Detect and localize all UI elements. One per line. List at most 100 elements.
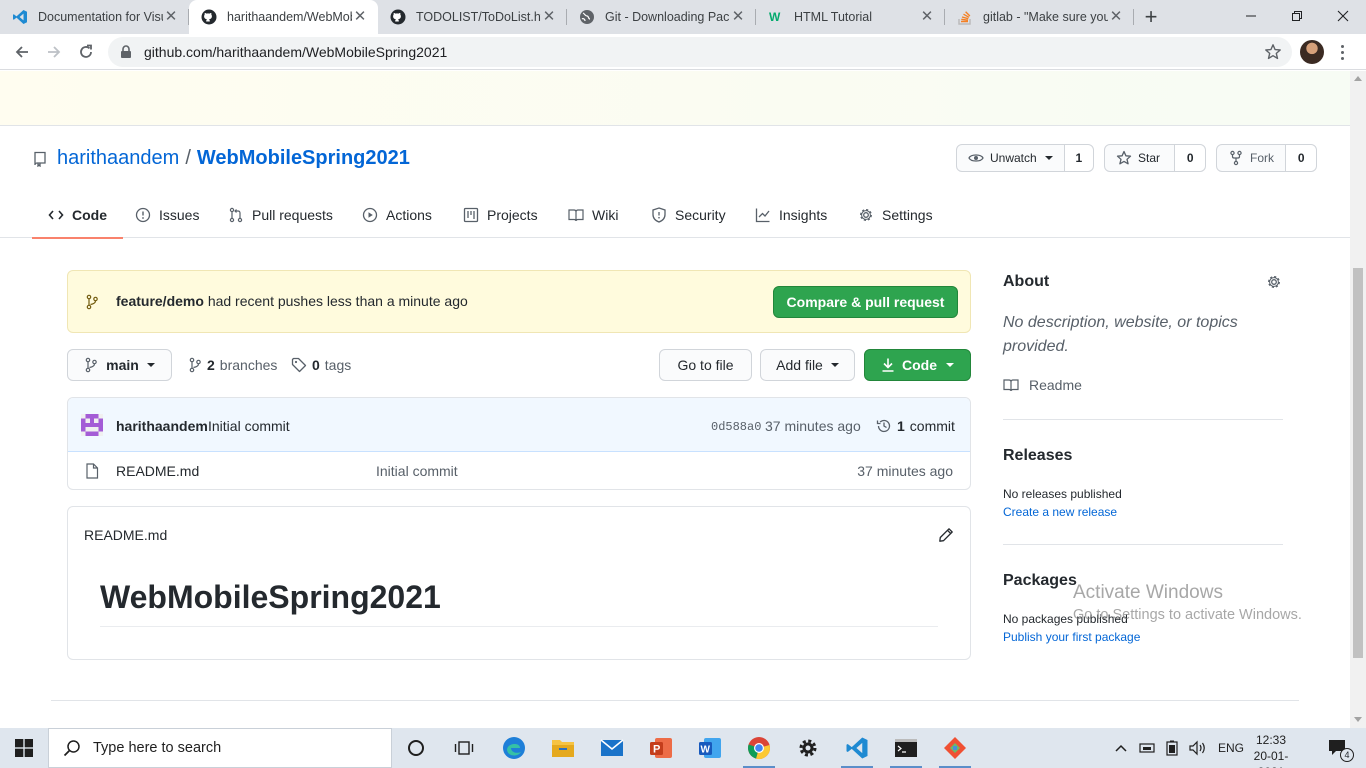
commit-sha[interactable]: 0d588a0 [711,420,761,434]
word-app-button[interactable]: W [686,728,734,768]
file-name-link[interactable]: README.md [116,463,199,479]
repo-owner-link[interactable]: harithaandem [57,147,179,170]
branch-select-button[interactable]: main [67,349,172,381]
commit-time: 37 minutes ago [765,418,861,434]
browser-tab[interactable]: TODOLIST/ToDoList.html ✕ [378,0,567,34]
notification-center-button[interactable]: 4 [1318,728,1358,768]
scrollbar-thumb[interactable] [1353,268,1363,658]
tab-pull-requests[interactable]: Pull requests [228,191,333,238]
readme-link[interactable]: Readme [1003,377,1082,393]
forward-button[interactable] [38,36,70,68]
network-icon[interactable] [1138,740,1156,756]
tab-issues[interactable]: Issues [135,191,199,238]
watch-button-group: Unwatch 1 [956,144,1094,172]
close-icon[interactable]: ✕ [163,9,179,25]
powerpoint-app-button[interactable]: P [637,728,685,768]
edge-app-button[interactable] [490,728,538,768]
close-icon[interactable]: ✕ [730,9,746,25]
releases-text: No releases published [1003,487,1122,501]
browser-tab[interactable]: gitlab - "Make sure you ✕ [945,0,1134,34]
watch-button[interactable]: Unwatch [957,145,1065,171]
volume-icon[interactable] [1188,740,1208,756]
tags-link[interactable]: 0 tags [291,357,351,373]
task-view-button[interactable] [440,728,488,768]
battery-icon[interactable] [1164,740,1180,756]
profile-avatar[interactable] [1300,40,1324,64]
commit-message[interactable]: Initial commit [208,418,290,434]
pencil-icon[interactable] [938,527,954,546]
branches-link[interactable]: 2 branches [188,357,277,373]
browser-tab[interactable]: Documentation for Visual Studio Code ✕ [0,0,189,34]
repo-name-link[interactable]: WebMobileSpring2021 [197,147,410,170]
tab-settings[interactable]: Settings [858,191,933,238]
address-bar[interactable]: github.com/harithaandem/WebMobileSpring2… [108,37,1292,67]
browser-tab-active[interactable]: harithaandem/WebMobileSpring2021 ✕ [189,0,378,34]
browser-tab[interactable]: Git - Downloading Package ✕ [567,0,756,34]
bookmark-star-icon[interactable] [1264,43,1282,64]
mail-icon [600,739,624,756]
close-icon [1337,10,1349,22]
tab-actions[interactable]: Actions [362,191,432,238]
close-icon[interactable]: ✕ [1108,9,1124,25]
mail-app-button[interactable] [588,728,636,768]
about-heading: About [1003,273,1050,290]
tab-code[interactable]: Code [32,191,123,239]
star-label: Star [1138,151,1161,165]
back-button[interactable] [6,36,38,68]
close-window-button[interactable] [1320,0,1366,32]
banner-branch-name[interactable]: feature/demo [116,293,204,309]
user-identicon-icon[interactable] [81,414,103,436]
tab-projects[interactable]: Projects [463,191,538,238]
cortana-button[interactable] [392,728,440,768]
commit-author[interactable]: harithaandem [116,418,208,434]
publish-package-link[interactable]: Publish your first package [1003,630,1140,644]
page-scrollbar[interactable] [1350,71,1366,728]
new-tab-button[interactable]: + [1134,0,1168,34]
taskbar-search-box[interactable]: Type here to search [48,728,392,768]
close-icon[interactable]: ✕ [352,9,368,25]
compare-pull-request-button[interactable]: Compare & pull request [773,286,958,318]
close-icon[interactable]: ✕ [541,9,557,25]
fork-count[interactable]: 0 [1286,145,1316,171]
browser-menu-icon[interactable] [1334,42,1350,62]
scroll-up-icon[interactable] [1354,76,1362,81]
start-button[interactable] [0,728,48,768]
taskbar-clock[interactable]: 12:33 20-01-2021 [1246,732,1296,768]
terminal-app-button[interactable] [882,728,930,768]
branch-name: main [106,357,139,373]
star-count[interactable]: 0 [1175,145,1205,171]
search-icon [63,740,80,757]
fork-button[interactable]: Fork [1217,145,1287,171]
file-commit-message[interactable]: Initial commit [376,463,458,479]
tab-insights[interactable]: Insights [755,191,827,238]
settings-app-button[interactable] [784,728,832,768]
chrome-app-button[interactable] [735,728,783,768]
releases-heading[interactable]: Releases [1003,447,1072,465]
git-gui-app-button[interactable] [931,728,979,768]
browser-tab[interactable]: W HTML Tutorial ✕ [756,0,945,34]
watch-count[interactable]: 1 [1064,145,1093,171]
edge-icon [503,737,525,759]
commit-count-link[interactable]: 1 commit [876,418,955,434]
gear-icon[interactable] [1266,274,1282,293]
readme-heading: WebMobileSpring2021 [100,579,441,615]
go-to-file-button[interactable]: Go to file [659,349,752,381]
tab-security[interactable]: Security [651,191,726,238]
close-icon[interactable]: ✕ [919,9,935,25]
tab-label: Pull requests [252,206,333,223]
star-button[interactable]: Star [1105,145,1176,171]
tab-wiki[interactable]: Wiki [568,191,618,238]
star-icon [1116,150,1132,165]
reload-button[interactable] [70,36,102,68]
code-download-button[interactable]: Code [864,349,971,381]
maximize-button[interactable] [1274,0,1320,32]
language-indicator[interactable]: ENG [1218,741,1244,755]
vscode-app-button[interactable] [833,728,881,768]
create-release-link[interactable]: Create a new release [1003,505,1117,519]
scroll-down-icon[interactable] [1354,717,1362,722]
add-file-button[interactable]: Add file [760,349,855,381]
file-explorer-button[interactable] [539,728,587,768]
chevron-up-icon[interactable] [1114,743,1128,753]
packages-heading[interactable]: Packages [1003,572,1077,590]
minimize-button[interactable] [1228,0,1274,32]
